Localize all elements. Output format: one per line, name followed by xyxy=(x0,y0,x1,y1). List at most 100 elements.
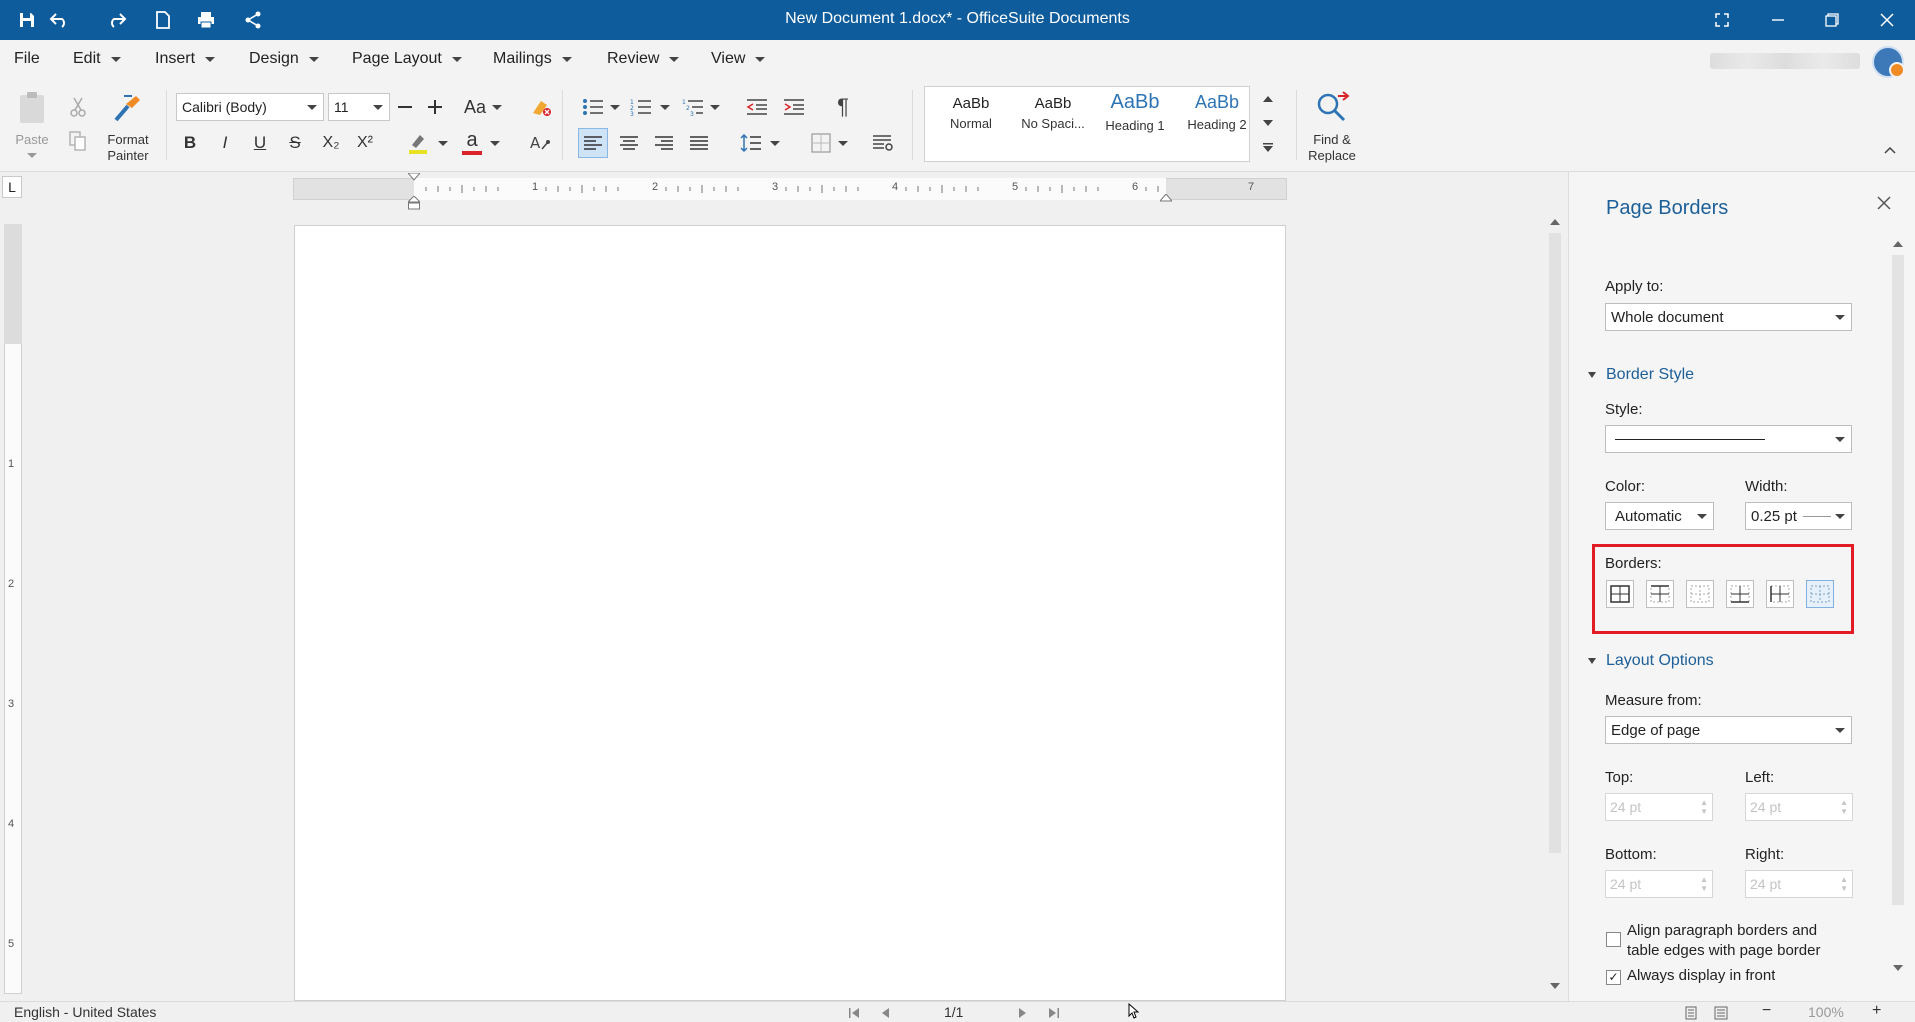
document-scrollbar[interactable] xyxy=(1547,215,1563,995)
left-margin-spinner[interactable]: 24 pt ▲ ▼ xyxy=(1745,793,1853,821)
styles-expand-icon[interactable] xyxy=(1260,140,1276,154)
superscript-button[interactable]: X² xyxy=(352,130,378,156)
highlight-dropdown-icon[interactable] xyxy=(436,136,450,150)
panel-scrollbar-thumb[interactable] xyxy=(1892,255,1904,905)
copy-icon[interactable] xyxy=(66,130,90,152)
strikethrough-button[interactable]: S xyxy=(283,130,307,156)
tab-selector[interactable]: L xyxy=(2,176,22,198)
borders-dropdown-icon[interactable] xyxy=(836,136,850,150)
menu-review[interactable]: Review xyxy=(607,50,680,68)
increase-font-icon[interactable] xyxy=(424,95,446,119)
panel-scrollbar[interactable] xyxy=(1890,237,1906,977)
bold-button[interactable]: B xyxy=(178,130,202,156)
minimize-icon[interactable] xyxy=(1758,4,1798,36)
previous-page-icon[interactable] xyxy=(880,1007,890,1019)
paste-icon[interactable] xyxy=(14,88,50,128)
always-front-label[interactable]: Always display in front xyxy=(1627,967,1775,985)
format-painter-icon[interactable] xyxy=(110,90,146,126)
menu-file[interactable]: File xyxy=(14,50,40,68)
color-select[interactable]: Automatic xyxy=(1605,502,1714,530)
avatar[interactable] xyxy=(1872,46,1905,78)
first-line-indent-marker[interactable] xyxy=(408,173,420,181)
line-spacing-dropdown-icon[interactable] xyxy=(768,136,782,150)
close-window-icon[interactable] xyxy=(1867,4,1907,36)
fullscreen-icon[interactable] xyxy=(1702,4,1742,36)
change-case-button[interactable]: Aa xyxy=(462,95,488,119)
subscript-button[interactable]: X₂ xyxy=(318,130,344,156)
paste-label[interactable]: Paste xyxy=(12,132,52,148)
panel-scroll-up-icon[interactable] xyxy=(1893,241,1903,247)
align-borders-checkbox[interactable] xyxy=(1606,932,1621,947)
line-spacing-icon[interactable] xyxy=(736,128,766,158)
always-front-checkbox[interactable]: ✓ xyxy=(1606,970,1621,985)
style-heading-1[interactable]: AaBb Heading 1 xyxy=(1095,91,1175,133)
menu-view[interactable]: View xyxy=(711,50,766,68)
zoom-level[interactable]: 100% xyxy=(1808,1004,1844,1020)
scroll-up-icon[interactable] xyxy=(1550,219,1560,225)
increase-indent-icon[interactable] xyxy=(781,94,807,120)
numbering-icon[interactable]: 123 xyxy=(628,94,654,120)
restore-icon[interactable] xyxy=(1812,4,1852,36)
cut-icon[interactable] xyxy=(66,96,90,118)
last-page-icon[interactable] xyxy=(1048,1007,1060,1019)
justify-icon[interactable] xyxy=(684,128,714,158)
format-painter-label[interactable]: Format Painter xyxy=(102,132,154,164)
document-page[interactable] xyxy=(294,225,1286,1001)
decrease-font-icon[interactable] xyxy=(394,95,416,119)
align-left-icon[interactable] xyxy=(578,128,608,158)
bullets-dropdown-icon[interactable] xyxy=(608,100,622,114)
line-style-select[interactable] xyxy=(1605,425,1852,453)
right-indent-marker[interactable] xyxy=(1160,194,1172,202)
menu-edit[interactable]: Edit xyxy=(73,50,121,68)
web-layout-icon[interactable] xyxy=(1714,1006,1728,1020)
multilevel-dropdown-icon[interactable] xyxy=(708,100,722,114)
menu-page-layout[interactable]: Page Layout xyxy=(352,50,462,68)
next-page-icon[interactable] xyxy=(1018,1007,1028,1019)
font-name-combo[interactable]: Calibri (Body) xyxy=(176,93,324,121)
font-color-dropdown-icon[interactable] xyxy=(488,136,502,150)
apply-to-select[interactable]: Whole document xyxy=(1605,303,1852,331)
collapse-ribbon-icon[interactable] xyxy=(1880,142,1900,158)
bullets-icon[interactable] xyxy=(580,94,606,120)
menu-design[interactable]: Design xyxy=(249,50,319,68)
layout-options-section[interactable]: Layout Options xyxy=(1588,652,1714,670)
font-size-combo[interactable]: 11 xyxy=(328,93,390,121)
highlight-icon[interactable] xyxy=(404,130,432,156)
style-no-spacing[interactable]: AaBb No Spaci... xyxy=(1013,95,1093,131)
account-name[interactable] xyxy=(1710,53,1860,69)
styles-scroll-down-icon[interactable] xyxy=(1260,116,1276,130)
show-formatting-button[interactable]: ¶ xyxy=(830,94,856,120)
clear-formatting-icon[interactable] xyxy=(528,94,554,120)
borders-icon[interactable] xyxy=(806,128,836,158)
border-left-button[interactable] xyxy=(1726,580,1754,608)
align-borders-label[interactable]: Align paragraph borders and table edges w… xyxy=(1627,921,1820,961)
find-replace-label[interactable]: Find & Replace xyxy=(1302,132,1362,164)
multilevel-list-icon[interactable]: 123 xyxy=(680,94,706,120)
border-style-section[interactable]: Border Style xyxy=(1588,366,1694,384)
styles-scroll-up-icon[interactable] xyxy=(1260,92,1276,106)
paste-dropdown-icon[interactable] xyxy=(22,150,42,160)
top-margin-spinner[interactable]: 24 pt ▲ ▼ xyxy=(1605,793,1713,821)
first-page-icon[interactable] xyxy=(848,1007,860,1019)
font-color-button[interactable]: a xyxy=(458,128,486,158)
change-case-dropdown-icon[interactable] xyxy=(490,100,504,114)
measure-from-select[interactable]: Edge of page xyxy=(1605,716,1852,744)
find-replace-icon[interactable] xyxy=(1312,88,1352,128)
align-right-icon[interactable] xyxy=(649,128,679,158)
border-bottom-button[interactable] xyxy=(1686,580,1714,608)
right-margin-spinner[interactable]: 24 pt ▲ ▼ xyxy=(1745,870,1853,898)
paragraph-settings-icon[interactable] xyxy=(868,128,898,158)
border-box-button[interactable] xyxy=(1606,580,1634,608)
menu-mailings[interactable]: Mailings xyxy=(493,50,572,68)
width-select[interactable]: 0.25 pt xyxy=(1745,502,1852,530)
close-panel-icon[interactable] xyxy=(1877,190,1891,210)
bottom-margin-spinner[interactable]: 24 pt ▲ ▼ xyxy=(1605,870,1713,898)
panel-scroll-down-icon[interactable] xyxy=(1893,965,1903,971)
language-status[interactable]: English - United States xyxy=(14,1004,156,1020)
italic-button[interactable]: I xyxy=(213,130,237,156)
style-heading-2[interactable]: AaBb Heading 2 xyxy=(1177,92,1257,132)
decrease-indent-icon[interactable] xyxy=(744,94,770,120)
align-center-icon[interactable] xyxy=(614,128,644,158)
zoom-out-icon[interactable]: − xyxy=(1762,1002,1771,1020)
border-right-button[interactable] xyxy=(1766,580,1794,608)
